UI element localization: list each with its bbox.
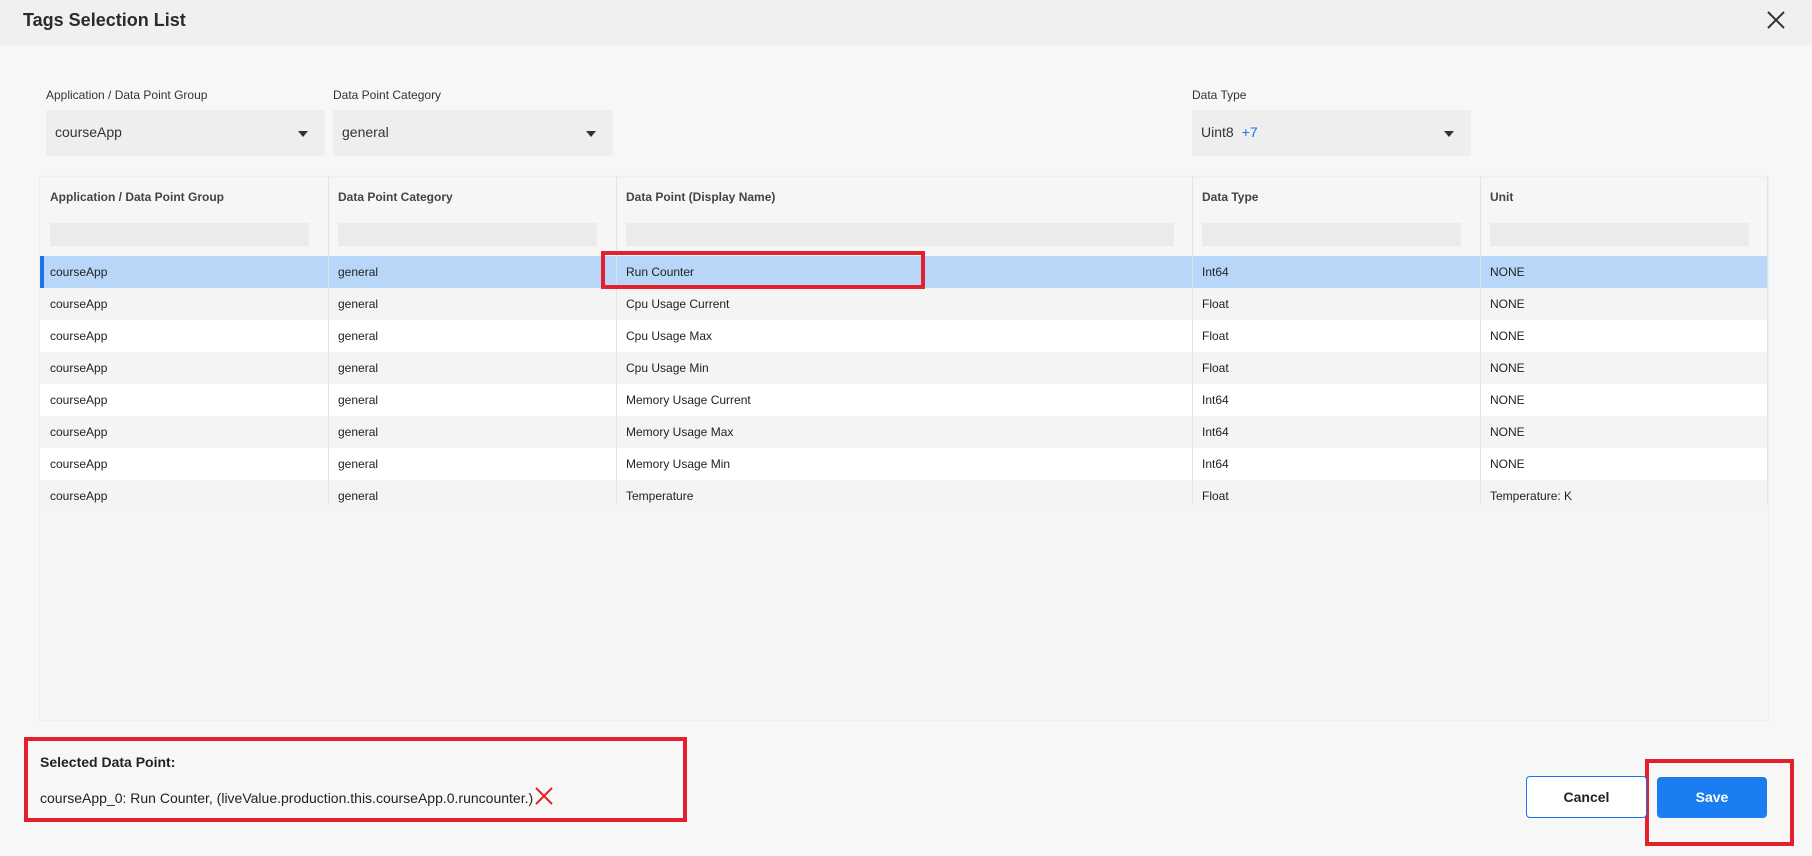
save-button[interactable]: Save [1657,777,1767,818]
table-row[interactable]: courseApp general Run Counter Int64 NONE [40,256,1768,288]
cell-display-name: Cpu Usage Max [626,329,713,343]
cell-group: courseApp [50,425,108,439]
column-header-display-name[interactable]: Data Point (Display Name) [616,177,1192,249]
datatype-filter-value: Uint8 [1201,124,1234,140]
cell-unit: NONE [1490,297,1525,311]
column-header-group[interactable]: Application / Data Point Group [40,177,328,249]
cell-data-type: Float [1202,329,1229,343]
table-row[interactable]: courseApp general Cpu Usage Current Float NO… [40,288,1768,320]
cell-display-name: Memory Usage Max [626,425,734,439]
cell-unit: NONE [1490,265,1525,279]
cell-category: general [338,457,379,471]
cell-group: courseApp [50,329,108,343]
cell-data-type: Float [1202,297,1229,311]
table-row[interactable]: courseApp general Temperature Float Temperat… [40,480,1768,512]
column-filter-data-type[interactable] [1202,223,1461,246]
group-filter-label: Application / Data Point Group [46,88,208,102]
chevron-down-icon [298,131,308,137]
category-filter-value: general [342,124,389,140]
table-row[interactable]: courseApp general Cpu Usage Min Float NONE [40,352,1768,384]
cell-display-name: Cpu Usage Current [626,297,730,311]
cell-display-name: Cpu Usage Min [626,361,709,375]
cell-data-type: Int64 [1202,265,1229,279]
column-divider [1192,177,1193,505]
cell-data-type: Float [1202,489,1229,503]
column-filter-unit[interactable] [1490,223,1749,246]
group-filter-select[interactable]: courseApp [46,110,325,156]
cell-unit: NONE [1490,361,1525,375]
cell-unit: NONE [1490,393,1525,407]
cell-group: courseApp [50,297,108,311]
column-header-category[interactable]: Data Point Category [328,177,616,249]
cell-group: courseApp [50,361,108,375]
close-icon[interactable] [1762,6,1790,34]
cell-category: general [338,425,379,439]
selected-data-point-title: Selected Data Point: [40,754,176,770]
cell-unit: Temperature: K [1490,489,1573,503]
category-filter-select[interactable]: general [333,110,613,156]
datatype-more-count: +7 [1241,124,1258,140]
column-header-data-type[interactable]: Data Type [1192,177,1480,249]
table-row[interactable]: courseApp general Cpu Usage Max Float NONE [40,320,1768,352]
group-filter-value: courseApp [55,124,122,140]
category-filter-label: Data Point Category [333,88,442,102]
cell-category: general [338,329,379,343]
cell-category: general [338,265,379,279]
table-row[interactable]: courseApp general Memory Usage Max Int64 NON… [40,416,1768,448]
cell-data-type: Int64 [1202,393,1229,407]
column-divider [1480,177,1481,505]
table-row[interactable]: courseApp general Memory Usage Current Int6… [40,384,1768,416]
cell-group: courseApp [50,457,108,471]
cell-unit: NONE [1490,329,1525,343]
cell-display-name: Memory Usage Min [626,457,731,471]
dialog-title: Tags Selection List [23,10,186,30]
cancel-button[interactable]: Cancel [1526,776,1647,818]
cell-unit: NONE [1490,457,1525,471]
data-point-table: Application / Data Point Group Data Poin… [40,177,1768,720]
cell-category: general [338,393,379,407]
chevron-down-icon [586,131,596,137]
remove-icon[interactable] [533,785,555,807]
cell-unit: NONE [1490,425,1525,439]
cell-data-type: Int64 [1202,457,1229,471]
column-filter-group[interactable] [50,223,309,246]
cell-data-type: Float [1202,361,1229,375]
selected-data-point-text: courseApp_0: Run Counter, (liveValue.pro… [40,790,534,806]
cell-group: courseApp [50,489,108,503]
column-divider [616,177,617,505]
cell-display-name: Memory Usage Current [626,393,751,407]
datatype-filter-select[interactable]: Uint8 +7 [1192,110,1471,156]
cell-group: courseApp [50,393,108,407]
cell-display-name: Temperature [626,489,694,503]
column-header-unit[interactable]: Unit [1480,177,1768,249]
column-filter-category[interactable] [338,223,597,246]
cell-category: general [338,361,379,375]
cell-display-name: Run Counter [626,265,695,279]
highlight-selection-panel [24,737,687,822]
table-row[interactable]: courseApp general Memory Usage Min Int64 NON… [40,448,1768,480]
datatype-filter-label: Data Type [1192,88,1247,102]
column-divider [328,177,329,505]
cell-category: general [338,489,379,503]
dialog-header: Tags Selection List [0,0,1812,45]
column-filter-display-name[interactable] [626,223,1174,246]
cell-group: courseApp [50,265,108,279]
cell-data-type: Int64 [1202,425,1229,439]
column-divider [1767,177,1768,505]
chevron-down-icon [1444,131,1454,137]
cell-category: general [338,297,379,311]
